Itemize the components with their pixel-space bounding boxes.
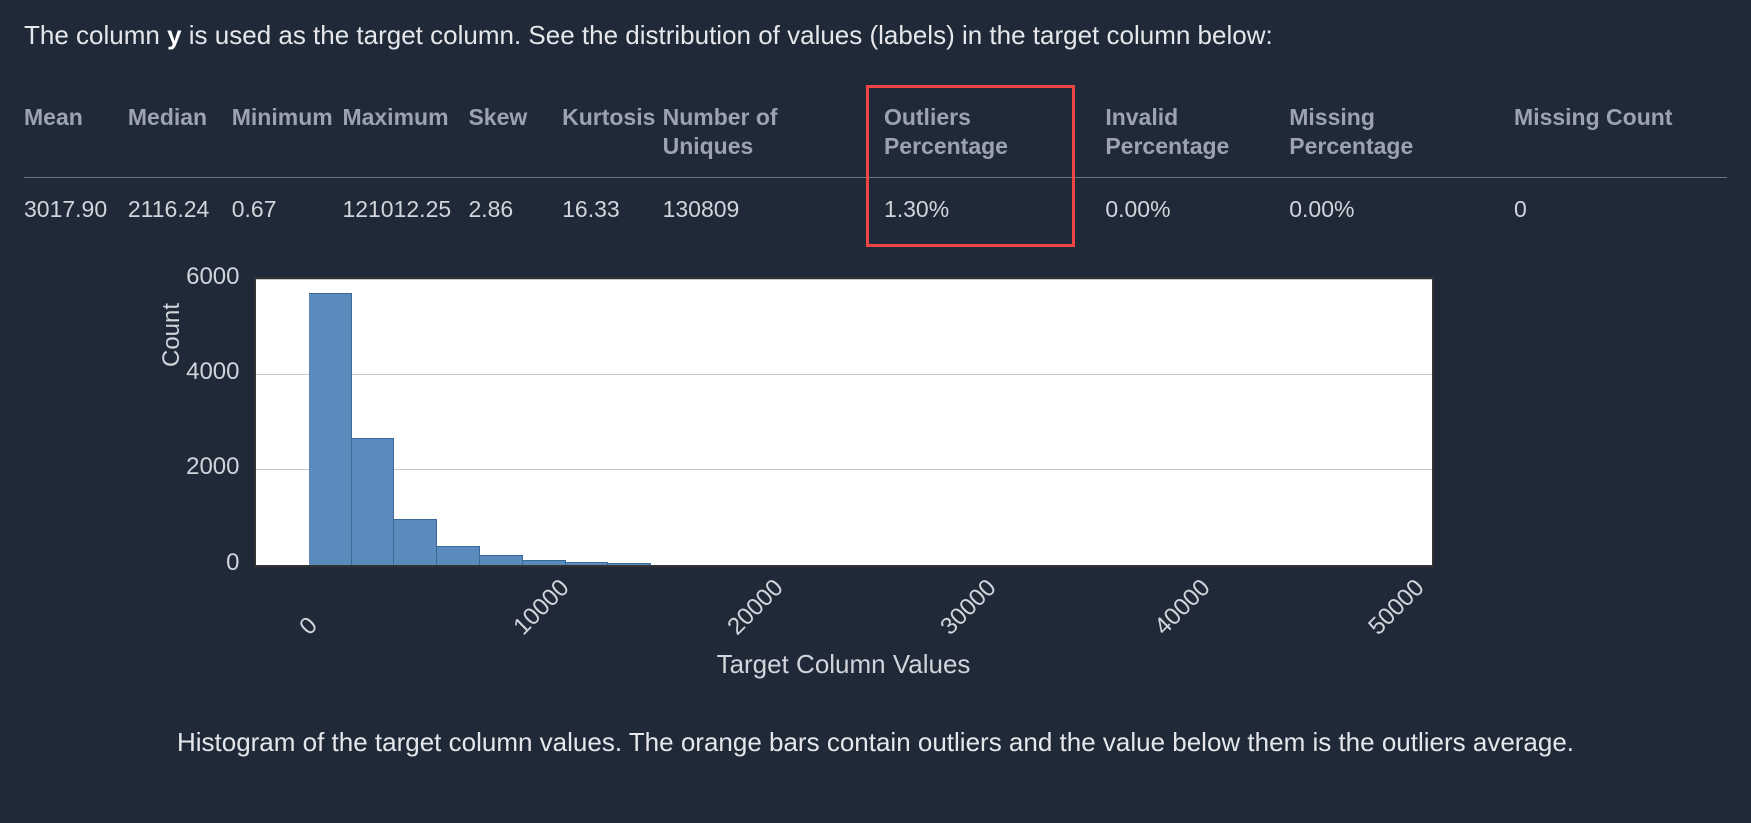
histogram-bar xyxy=(608,563,651,564)
stats-header-row: Mean Median Minimum Maximum Skew Kurtosi… xyxy=(24,95,1727,177)
x-tick-label: 10000 xyxy=(508,574,575,641)
intro-prefix: The column xyxy=(24,20,167,50)
chart-caption: Histogram of the target column values. T… xyxy=(24,727,1727,758)
histogram-bar xyxy=(394,519,437,564)
x-tick-label: 20000 xyxy=(722,574,789,641)
y-axis-ticks: 0200040006000 xyxy=(176,277,246,567)
histogram-bar xyxy=(523,560,566,565)
x-tick-label: 30000 xyxy=(936,574,1003,641)
intro-text: The column y is used as the target colum… xyxy=(24,18,1727,53)
x-tick-label: 0 xyxy=(294,611,323,640)
header-skew: Skew xyxy=(468,95,562,177)
value-missingp: 0.00% xyxy=(1289,177,1514,241)
y-tick-label: 2000 xyxy=(176,453,240,481)
value-invalid: 0.00% xyxy=(1105,177,1289,241)
y-tick-label: 0 xyxy=(176,549,240,577)
intro-column-name: y xyxy=(167,20,181,50)
value-mean: 3017.90 xyxy=(24,177,128,241)
header-missingp: Missing Percentage xyxy=(1289,95,1514,177)
value-skew: 2.86 xyxy=(468,177,562,241)
value-maximum: 121012.25 xyxy=(342,177,468,241)
value-kurtosis: 16.33 xyxy=(562,177,662,241)
header-outliers: Outliers Percentage xyxy=(884,95,1105,177)
stats-table-wrapper: Mean Median Minimum Maximum Skew Kurtosi… xyxy=(24,95,1727,241)
header-mean: Mean xyxy=(24,95,128,177)
stats-table: Mean Median Minimum Maximum Skew Kurtosi… xyxy=(24,95,1727,241)
y-tick-label: 6000 xyxy=(176,263,240,291)
value-uniques: 130809 xyxy=(663,177,884,241)
histogram-chart: Count 0200040006000 01000020000300004000… xyxy=(176,277,1576,687)
y-tick-label: 4000 xyxy=(176,358,240,386)
x-tick-label: 40000 xyxy=(1149,574,1216,641)
header-minimum: Minimum xyxy=(232,95,343,177)
value-median: 2116.24 xyxy=(128,177,232,241)
x-axis-title: Target Column Values xyxy=(254,649,1434,680)
stats-value-row: 3017.90 2116.24 0.67 121012.25 2.86 16.3… xyxy=(24,177,1727,241)
intro-suffix: is used as the target column. See the di… xyxy=(182,20,1273,50)
x-tick-label: 50000 xyxy=(1363,574,1430,641)
plot-area xyxy=(254,277,1434,567)
header-invalid: Invalid Percentage xyxy=(1105,95,1289,177)
histogram-bar xyxy=(309,293,352,565)
histogram-bar xyxy=(352,438,395,564)
header-maximum: Maximum xyxy=(342,95,468,177)
header-median: Median xyxy=(128,95,232,177)
value-outliers: 1.30% xyxy=(884,177,1105,241)
header-uniques: Number of Uniques xyxy=(663,95,884,177)
x-axis-ticks: 0 10000 20000 30000 40000 50000 xyxy=(254,569,1434,639)
histogram-bar xyxy=(566,562,609,565)
value-minimum: 0.67 xyxy=(232,177,343,241)
header-missingc: Missing Count xyxy=(1514,95,1727,177)
value-missingc: 0 xyxy=(1514,177,1727,241)
histogram-bar xyxy=(437,546,480,565)
histogram-bar xyxy=(480,555,523,565)
header-kurtosis: Kurtosis xyxy=(562,95,662,177)
